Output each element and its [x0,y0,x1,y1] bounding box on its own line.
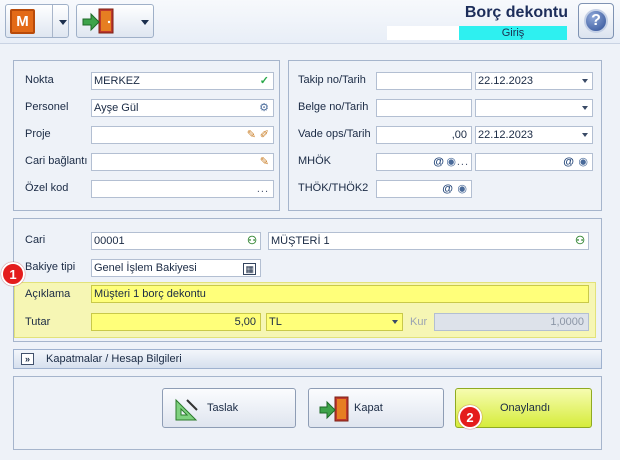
kur-field: 1,0000 [434,313,589,331]
tutar-value: 5,00 [234,316,256,328]
draft-icon [175,398,198,421]
kapat-button[interactable]: Kapat [308,388,444,428]
cari-code-value: 00001 [94,235,125,247]
takip-no-field[interactable] [376,72,472,90]
people-icon[interactable]: ⚇ [575,234,585,248]
chevron-down-icon[interactable] [141,20,149,25]
takip-date-field[interactable]: 22.12.2023 [475,72,593,90]
personel-value: Ayşe Gül [94,102,139,114]
edit-icon[interactable]: ✐ [260,128,269,142]
cari-label: Cari [25,234,46,246]
toolbar: M Borç dekontu Giriş ? [0,0,620,44]
at-icon[interactable]: @ [433,155,444,169]
takip-label: Takip no/Tarih [298,74,366,86]
belge-no-field[interactable] [376,99,472,117]
vade-date-value: 22.12.2023 [478,129,534,141]
onaylandi-label: Onaylandı [500,402,551,414]
eye-icon[interactable]: ◉ [446,155,456,169]
cari-baglanti-label: Cari bağlantı [25,155,88,167]
takip-date-value: 22.12.2023 [478,75,534,87]
cari-name-value: MÜŞTERİ 1 [271,235,330,247]
tutar-field[interactable]: 5,00 [91,313,261,331]
bakiye-tipi-field[interactable]: Genel İşlem Bakiyesi ▦ [91,259,261,277]
vade-ops-field[interactable]: ,00 [376,126,472,144]
ozel-kod-label: Özel kod [25,182,69,194]
mhok-field-1[interactable]: @ ◉ ... [376,153,472,171]
taslak-button[interactable]: Taslak [162,388,296,428]
tutar-label: Tutar [25,316,51,328]
step-badge-1: 1 [1,262,25,286]
proje-field[interactable]: ✎ ✐ [91,126,274,144]
vade-date-field[interactable]: 22.12.2023 [475,126,593,144]
thok-label: THÖK/THÖK2 [298,182,369,194]
personel-label: Personel [25,101,69,113]
at-icon[interactable]: @ [442,182,453,196]
kapatmalar-label: Kapatmalar / Hesap Bilgileri [46,353,182,365]
vade-ops-value: ,00 [451,129,467,141]
belge-date-field[interactable]: . . : : [475,99,593,117]
chevron-down-icon[interactable] [582,133,588,137]
personel-field[interactable]: Ayşe Gül ⚙ [91,99,274,117]
mode-badge: Giriş [459,26,567,40]
cari-name-field[interactable]: MÜŞTERİ 1 ⚇ [268,232,589,250]
taslak-label: Taslak [207,402,239,414]
ellipsis-icon[interactable]: ... [457,155,469,169]
cari-code-field[interactable]: 00001 ⚇ [91,232,261,250]
app-logo-icon: M [10,9,35,34]
eye-icon[interactable]: ◉ [457,182,467,196]
page-title: Borç dekontu [464,4,568,21]
kur-label: Kur [410,316,428,328]
bakiye-tipi-value: Genel İşlem Bakiyesi [94,262,197,274]
title-strip [387,26,459,40]
check-icon[interactable]: ✓ [260,74,269,88]
kapat-label: Kapat [354,402,383,414]
ozel-kod-field[interactable]: ... [91,180,274,198]
aciklama-label: Açıklama [25,288,71,300]
vade-label: Vade ops/Tarih [298,128,371,140]
person-lookup-icon[interactable]: ⚙ [259,101,269,115]
ellipsis-icon[interactable]: ... [257,182,269,196]
belge-label: Belge no/Tarih [298,101,369,113]
eye-icon[interactable]: ◉ [578,155,588,169]
aciklama-value: Müşteri 1 borç dekontu [94,288,206,300]
exit-menu-button[interactable] [76,4,154,38]
exit-door-icon [82,8,114,34]
chevron-down-icon[interactable] [59,20,67,25]
chevron-down-icon[interactable] [392,320,398,324]
bakiye-tipi-label: Bakiye tipi [25,261,76,273]
tracking-group: Takip no/Tarih 22.12.2023 Belge no/Tarih… [288,60,602,211]
thok-field[interactable]: @ ◉ [376,180,472,198]
pencil-icon[interactable]: ✎ [260,155,269,169]
people-icon[interactable]: ⚇ [247,234,257,248]
expand-icon[interactable]: » [21,353,34,365]
chevron-down-icon[interactable] [582,79,588,83]
aciklama-field[interactable]: Müşteri 1 borç dekontu [91,285,589,303]
pencil-icon[interactable]: ✎ [247,128,256,142]
calculator-icon[interactable]: ▦ [243,263,256,275]
general-info-group: Nokta MERKEZ ✓ Personel Ayşe Gül ⚙ Proje… [13,60,280,211]
help-icon: ? [584,9,608,33]
step-badge-2: 2 [458,405,482,429]
currency-value: TL [269,316,282,328]
help-button[interactable]: ? [578,3,614,39]
currency-select[interactable]: TL [266,313,403,331]
cari-baglanti-field[interactable]: ✎ [91,153,274,171]
kur-value: 1,0000 [550,316,584,328]
proje-label: Proje [25,128,51,140]
nokta-label: Nokta [25,74,54,86]
nokta-value: MERKEZ [94,75,140,87]
at-icon[interactable]: @ [563,155,574,169]
split-divider [52,5,53,37]
chevron-down-icon[interactable] [582,106,588,110]
mhok-label: MHÖK [298,155,331,167]
mhok-field-2[interactable]: @ ◉ [475,153,593,171]
app-menu-button[interactable]: M [5,4,69,38]
kapatmalar-expander[interactable]: » Kapatmalar / Hesap Bilgileri [13,349,602,369]
exit-door-icon [319,396,349,422]
nokta-field[interactable]: MERKEZ ✓ [91,72,274,90]
